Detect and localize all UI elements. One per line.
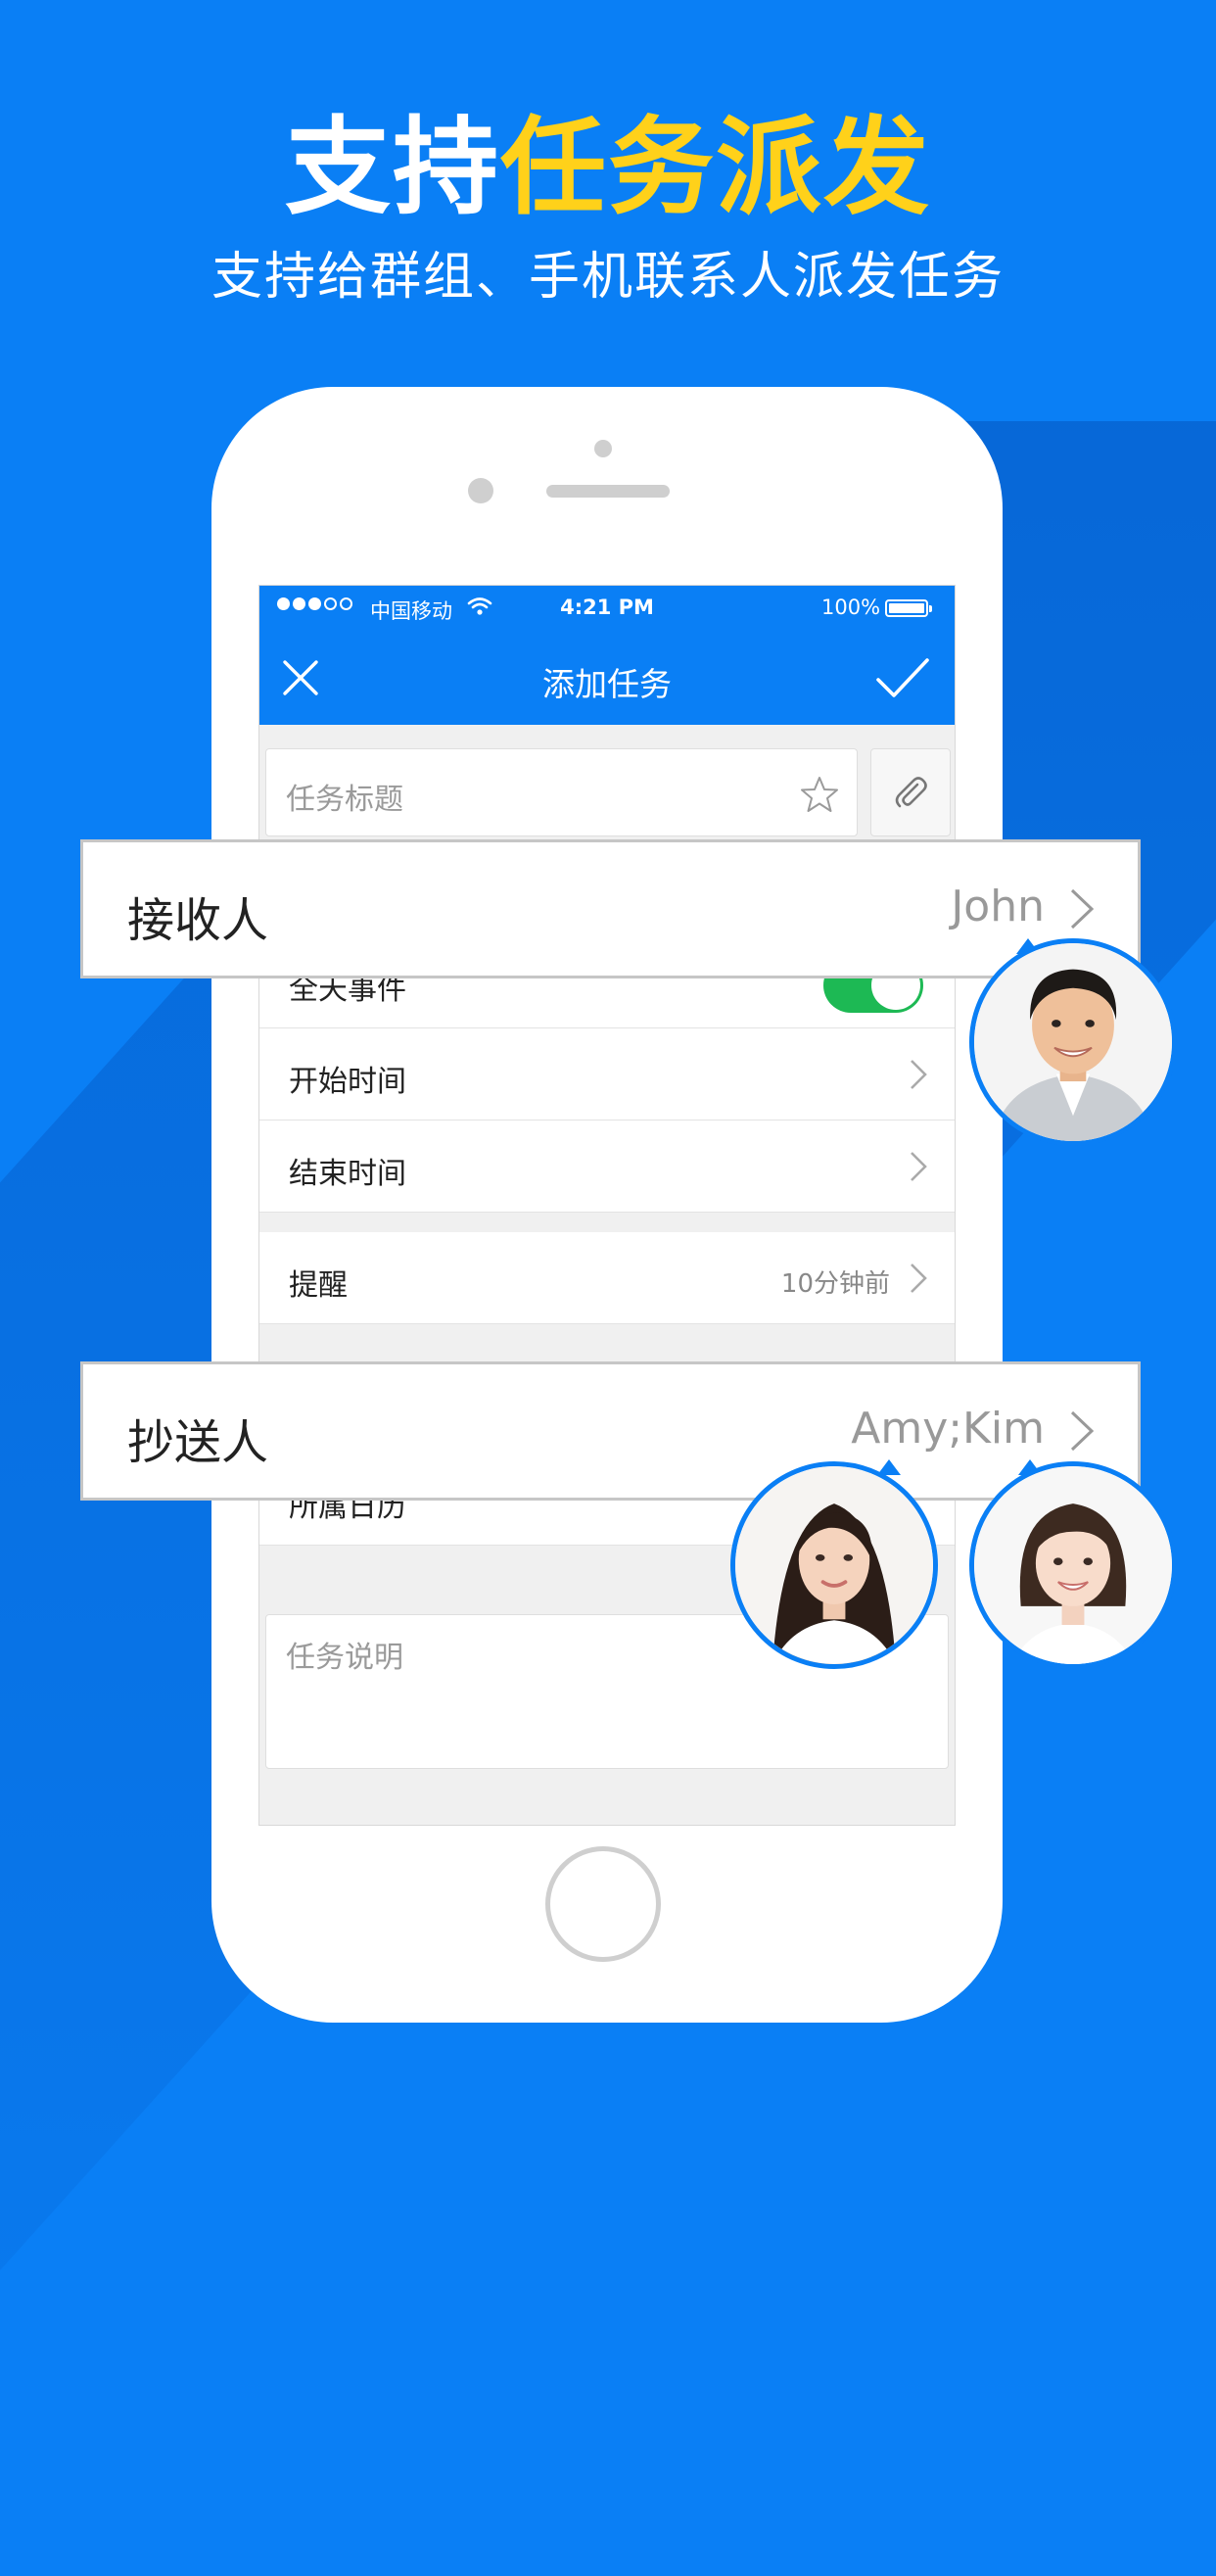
start-time-label: 开始时间 — [289, 1065, 406, 1099]
reminder-value: 10分钟前 — [780, 1269, 890, 1299]
reminder-label: 提醒 — [289, 1268, 348, 1303]
paperclip-icon — [895, 777, 927, 808]
front-sensor — [594, 440, 612, 457]
task-title-input[interactable]: 任务标题 — [265, 748, 858, 836]
headline: 支持任务派发 — [0, 82, 1216, 235]
front-camera — [468, 478, 493, 503]
chevron-right-icon — [911, 1152, 927, 1181]
battery-icon — [885, 599, 932, 617]
reminder-row[interactable]: 提醒 10分钟前 — [259, 1232, 955, 1324]
avatar-john — [969, 938, 1177, 1146]
task-title-placeholder: 任务标题 — [286, 783, 403, 817]
cc-callout[interactable]: 抄送人 Amy;Kim — [80, 1361, 1141, 1501]
nav-bar: 添加任务 — [259, 631, 955, 725]
check-icon[interactable] — [874, 654, 931, 701]
earpiece-speaker — [546, 485, 670, 498]
chevron-right-icon — [911, 1264, 927, 1293]
start-time-row[interactable]: 开始时间 — [259, 1028, 955, 1121]
avatar-kim — [969, 1461, 1177, 1669]
chevron-right-icon — [1070, 1410, 1095, 1452]
end-time-row[interactable]: 结束时间 — [259, 1121, 955, 1213]
status-bar: 中国移动 4:21 PM 100% — [259, 586, 955, 631]
cc-label: 抄送人 — [127, 1415, 269, 1470]
star-icon[interactable] — [800, 775, 839, 814]
task-description-placeholder: 任务说明 — [286, 1641, 403, 1675]
end-time-label: 结束时间 — [289, 1157, 406, 1191]
attach-button[interactable] — [870, 748, 951, 836]
headline-highlight: 任务派发 — [500, 107, 932, 229]
battery-percent: 100% — [821, 596, 881, 619]
headline-part1: 支持 — [284, 107, 500, 229]
recipient-value: John — [951, 882, 1045, 931]
chevron-right-icon — [1070, 888, 1095, 930]
nav-title: 添加任务 — [542, 665, 672, 703]
chevron-right-icon — [911, 1060, 927, 1089]
home-button[interactable] — [545, 1846, 661, 1962]
cc-value: Amy;Kim — [851, 1404, 1045, 1454]
recipient-callout[interactable]: 接收人 John — [80, 839, 1141, 978]
avatar-amy — [730, 1461, 938, 1669]
recipient-label: 接收人 — [127, 893, 269, 948]
subline: 支持给群组、手机联系人派发任务 — [210, 248, 1005, 307]
